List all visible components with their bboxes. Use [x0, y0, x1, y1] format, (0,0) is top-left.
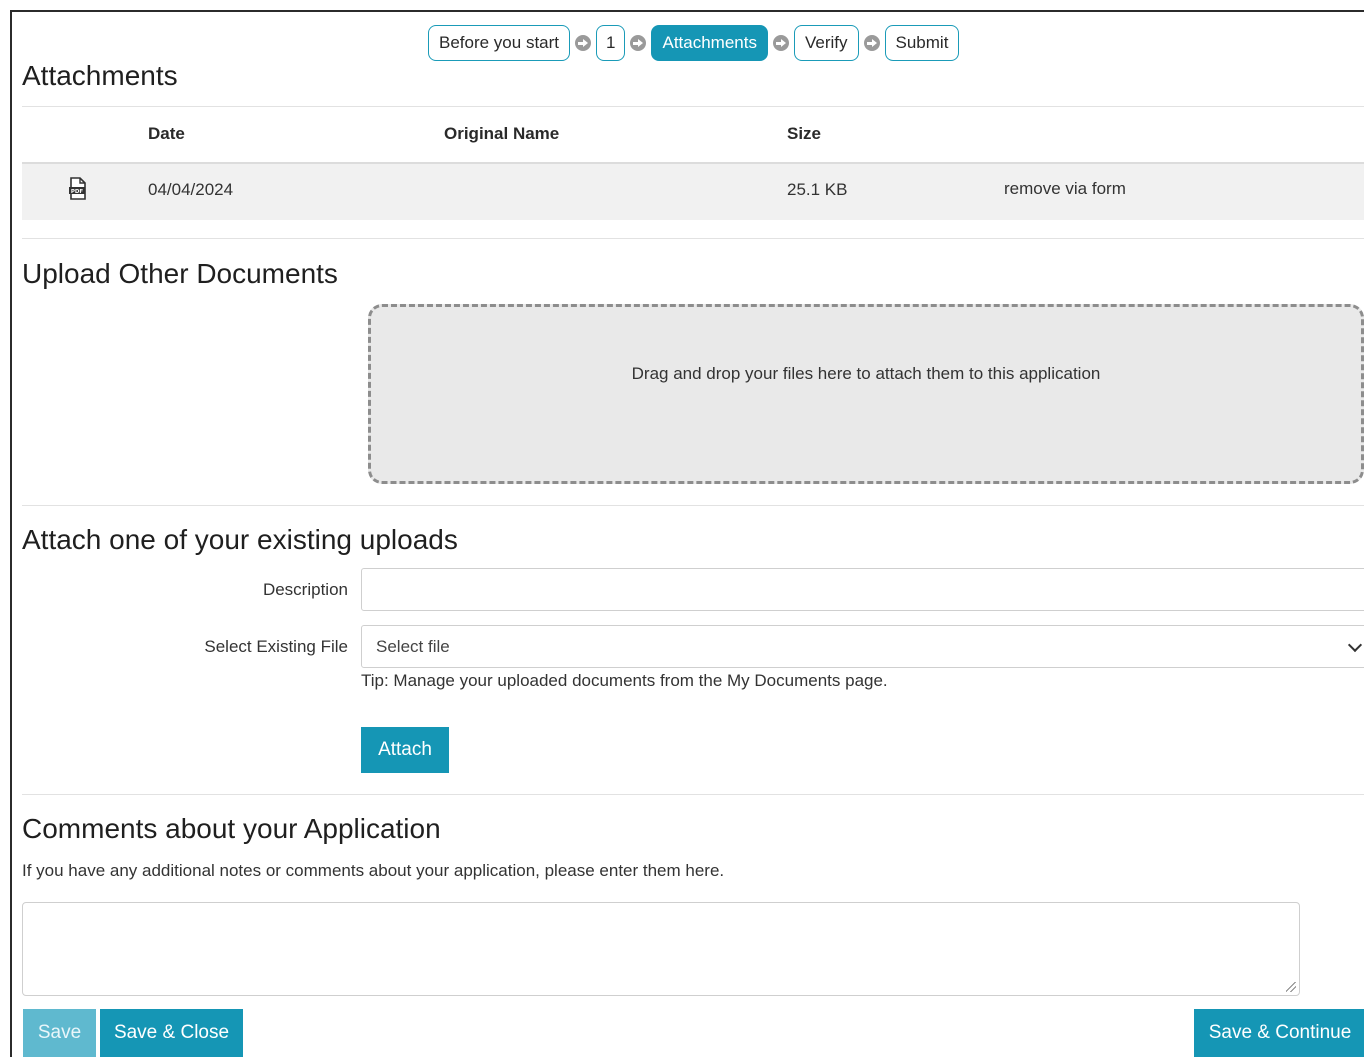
svg-text:PDF: PDF [71, 189, 84, 195]
comments-textarea[interactable] [22, 902, 1300, 996]
divider [22, 238, 1364, 239]
comments-heading: Comments about your Application [22, 813, 441, 844]
resize-handle-icon[interactable] [1286, 982, 1296, 992]
circle-arrow-right-icon [575, 35, 592, 51]
step-attachments[interactable]: Attachments [651, 25, 768, 61]
step-submit[interactable]: Submit [884, 25, 960, 61]
select-existing-file-label: Select Existing File [204, 637, 348, 656]
selected-file-value: Select file [376, 636, 450, 656]
divider [22, 106, 1364, 107]
circle-arrow-right-icon [772, 35, 789, 51]
tip-text: Tip: Manage your uploaded documents from… [361, 671, 888, 690]
upload-heading: Upload Other Documents [22, 258, 338, 289]
column-header-date: Date [148, 124, 185, 143]
attach-button[interactable]: Attach [361, 727, 449, 773]
description-label: Description [262, 580, 348, 599]
divider [22, 505, 1364, 506]
attachment-date: 04/04/2024 [148, 180, 234, 199]
save-and-continue-button[interactable]: Save & Continue [1194, 1009, 1364, 1057]
save-and-close-button[interactable]: Save & Close [100, 1009, 243, 1057]
attachments-heading: Attachments [22, 60, 178, 91]
pdf-file-icon[interactable]: PDF [68, 177, 88, 201]
application-form: Before you start 1 Attachments Verify Su… [10, 10, 1364, 1057]
progress-stepper: Before you start 1 Attachments Verify Su… [428, 24, 960, 62]
divider [22, 794, 1364, 795]
column-header-original-name: Original Name [444, 124, 560, 143]
step-verify[interactable]: Verify [793, 25, 859, 61]
circle-arrow-right-icon [863, 35, 880, 51]
existing-uploads-heading: Attach one of your existing uploads [22, 524, 458, 555]
select-existing-file-dropdown[interactable]: Select file [361, 625, 1364, 668]
comments-help-text: If you have any additional notes or comm… [22, 861, 725, 880]
attachment-size: 25.1 KB [787, 180, 848, 199]
circle-arrow-right-icon [630, 35, 647, 51]
dropzone-text: Drag and drop your files here to attach … [631, 364, 1101, 383]
description-input[interactable] [361, 568, 1364, 611]
save-button[interactable]: Save [23, 1009, 96, 1057]
column-header-size: Size [787, 124, 822, 143]
file-dropzone[interactable]: Drag and drop your files here to attach … [368, 304, 1364, 484]
step-before-you-start[interactable]: Before you start [428, 25, 571, 61]
remove-via-form-text: remove via form [1004, 179, 1126, 198]
step-1[interactable]: 1 [596, 25, 626, 61]
